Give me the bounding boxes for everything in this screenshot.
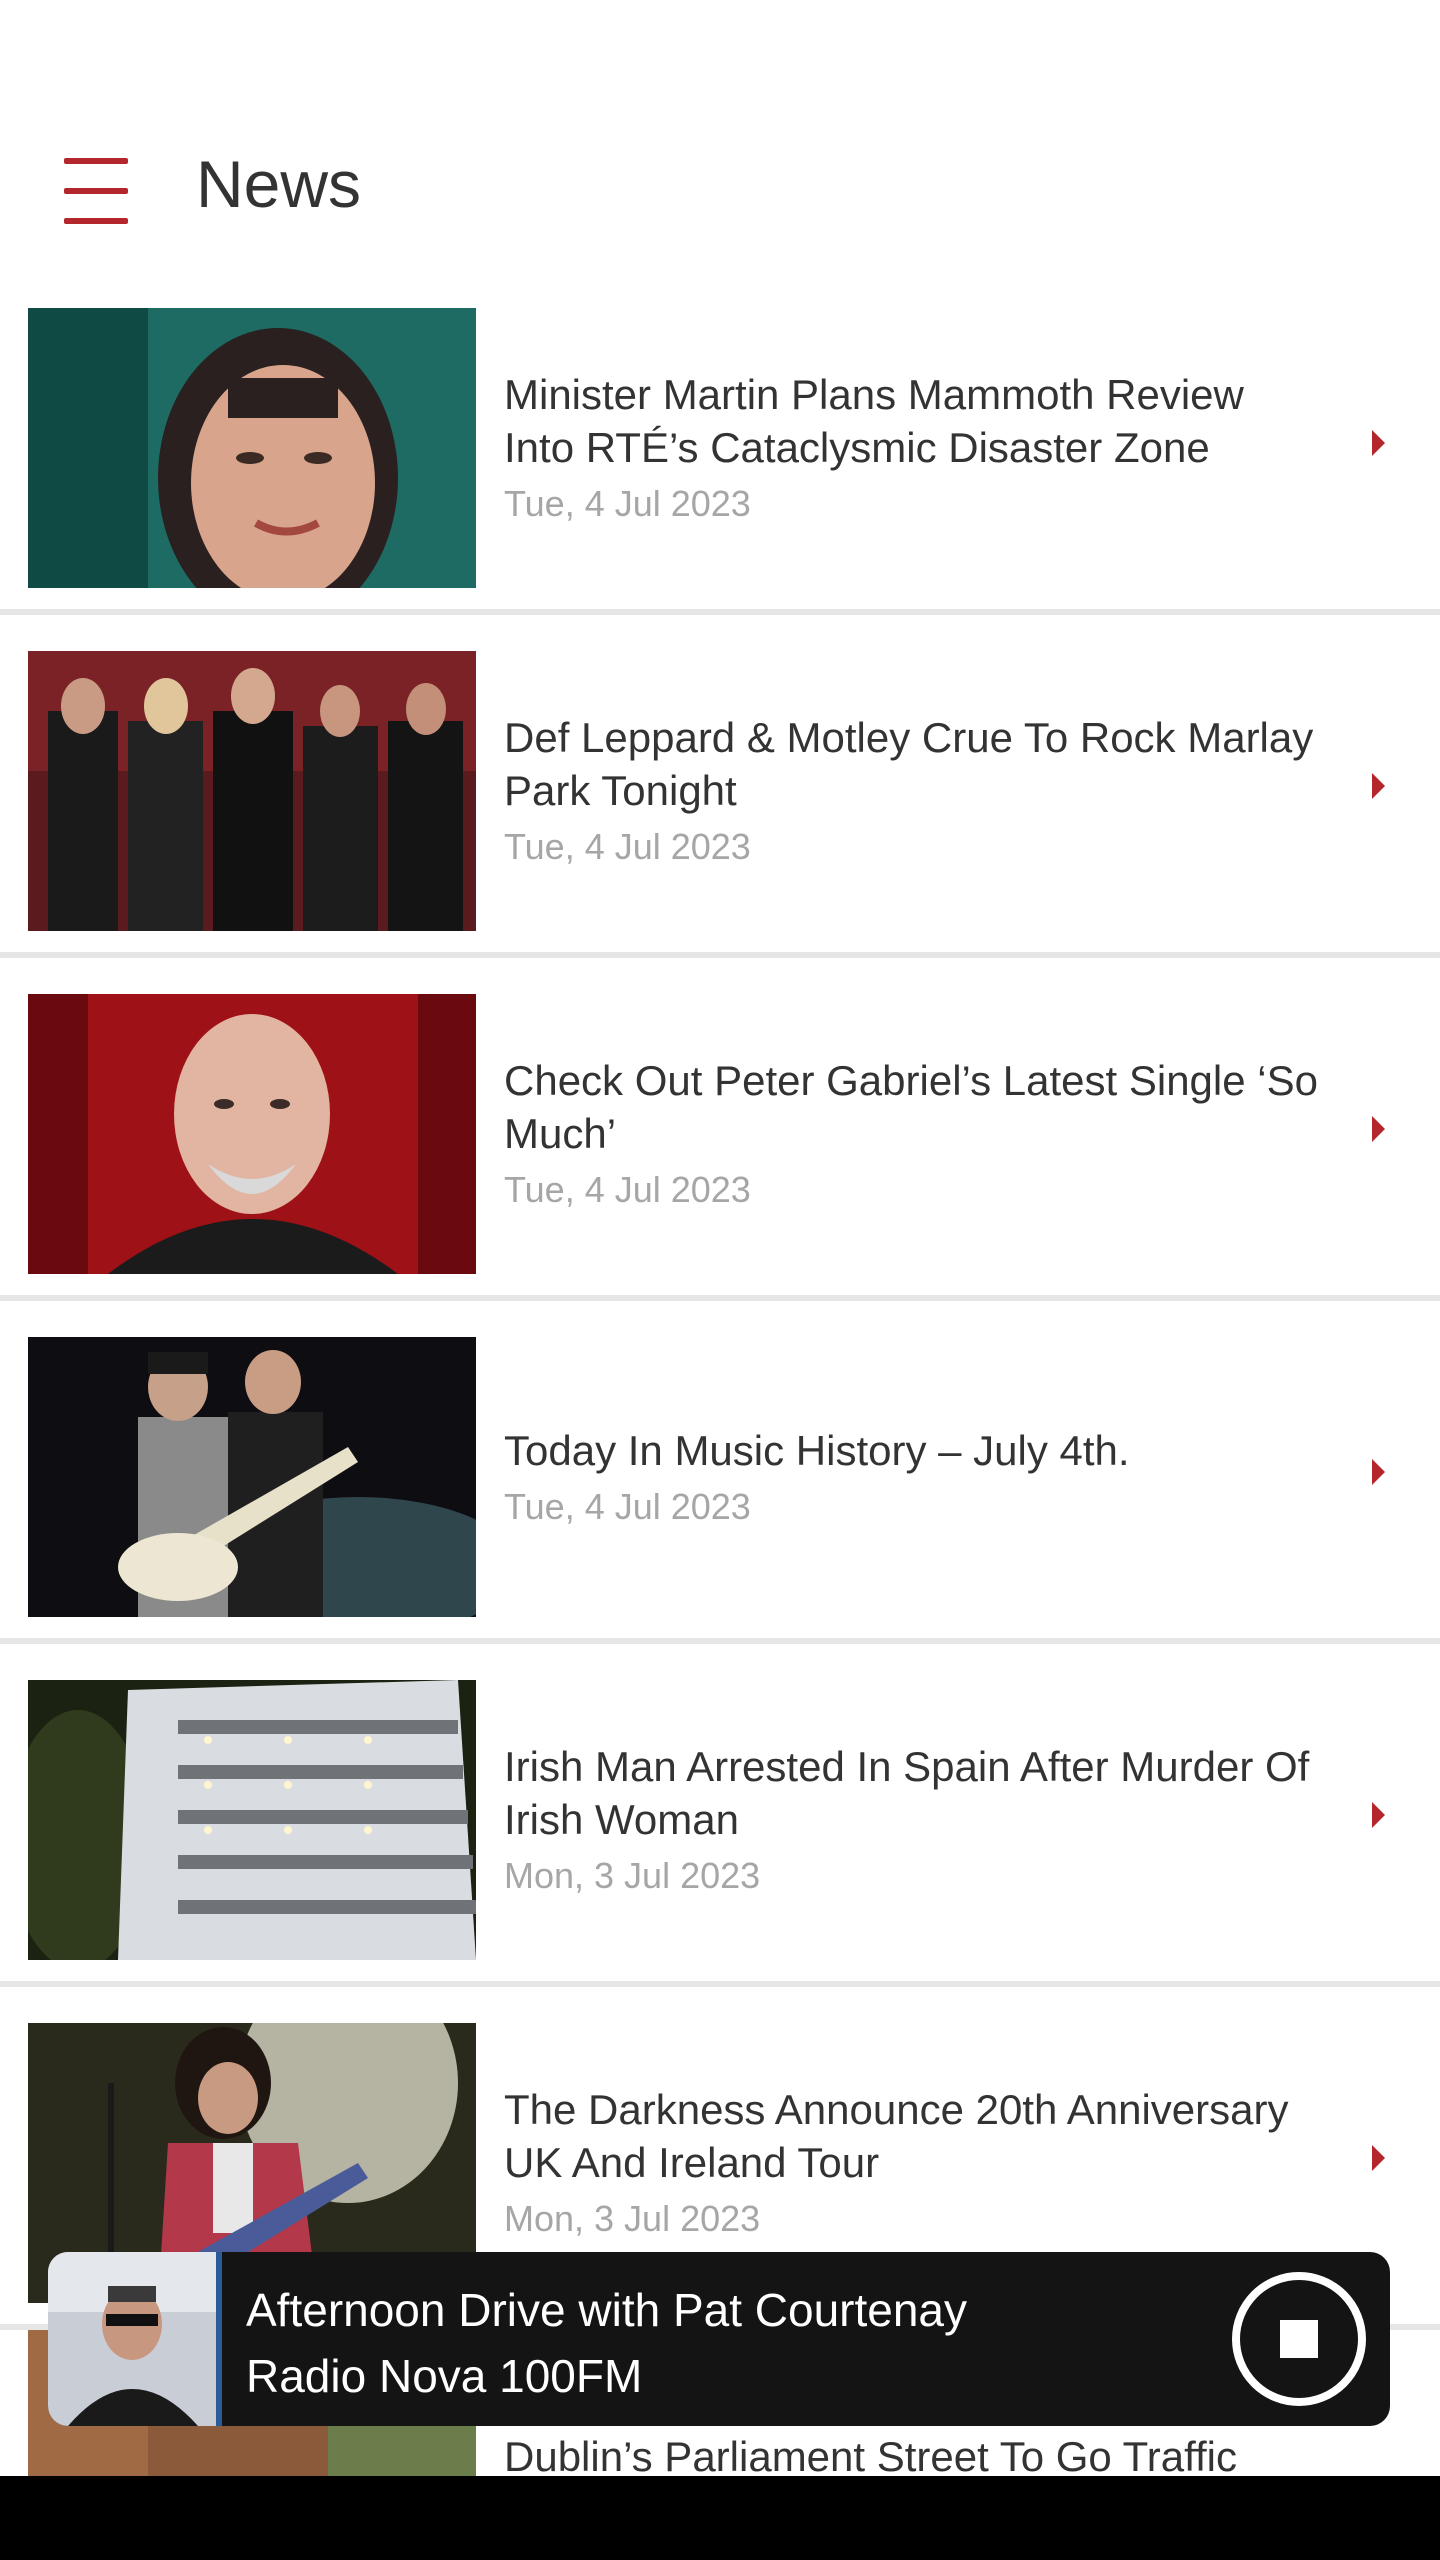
news-thumbnail <box>28 1680 476 1960</box>
chevron-right-icon <box>1372 772 1385 799</box>
news-item[interactable]: Today In Music History – July 4th. Tue, … <box>0 1301 1440 1644</box>
chevron-right-icon <box>1372 429 1385 456</box>
concert-guitarists-image <box>28 1337 476 1617</box>
news-headline: Irish Man Arrested In Spain After Murder… <box>504 1743 1310 1843</box>
news-thumbnail <box>28 651 476 931</box>
news-item[interactable]: Minister Martin Plans Mammoth Review Int… <box>0 272 1440 615</box>
news-thumbnail <box>28 994 476 1274</box>
man-portrait-image <box>28 994 476 1274</box>
news-headline: Today In Music History – July 4th. <box>504 1426 1130 1474</box>
news-thumbnail <box>28 308 476 588</box>
news-date: Mon, 3 Jul 2023 <box>504 1855 761 1896</box>
system-navigation-bar <box>0 2476 1440 2560</box>
news-text: Today In Music History – July 4th. Tue, … <box>504 1337 1324 1617</box>
player-show-title: Afternoon Drive with Pat Courtenay <box>246 2284 968 2336</box>
chevron-right-icon <box>1372 1458 1385 1485</box>
news-date: Tue, 4 Jul 2023 <box>504 826 751 867</box>
news-thumbnail <box>28 1337 476 1617</box>
app-bar: News <box>0 96 1440 272</box>
news-text: Minister Martin Plans Mammoth Review Int… <box>504 308 1324 588</box>
news-headline: The Darkness Announce 20th Anniversary U… <box>504 2086 1289 2186</box>
chevron-right-icon <box>1372 1801 1385 1828</box>
menu-line <box>64 158 128 164</box>
presenter-artwork <box>48 2252 216 2426</box>
menu-line <box>64 218 128 224</box>
news-item[interactable]: Def Leppard & Motley Crue To Rock Marlay… <box>0 615 1440 958</box>
news-headline: Minister Martin Plans Mammoth Review Int… <box>504 371 1244 471</box>
presenter-photo-image <box>48 2252 216 2426</box>
news-date: Tue, 4 Jul 2023 <box>504 1485 751 1527</box>
apartment-building-image <box>28 1680 476 1960</box>
news-list: Minister Martin Plans Mammoth Review Int… <box>0 272 1440 2330</box>
chevron-right-icon <box>1372 1115 1385 1142</box>
now-playing-bar[interactable]: Afternoon Drive with Pat Courtenay Radio… <box>48 2252 1390 2426</box>
news-item[interactable]: Check Out Peter Gabriel’s Latest Single … <box>0 958 1440 1301</box>
news-date: Tue, 4 Jul 2023 <box>504 1169 751 1210</box>
woman-portrait-image <box>28 308 476 588</box>
news-text: Check Out Peter Gabriel’s Latest Single … <box>504 994 1324 1274</box>
hamburger-menu-icon[interactable] <box>52 146 142 236</box>
news-date: Mon, 3 Jul 2023 <box>504 2198 761 2239</box>
news-date: Tue, 4 Jul 2023 <box>504 483 751 524</box>
news-item[interactable]: Irish Man Arrested In Spain After Murder… <box>0 1644 1440 1987</box>
menu-line <box>64 188 128 194</box>
news-text: Def Leppard & Motley Crue To Rock Marlay… <box>504 651 1324 931</box>
status-bar <box>0 0 1440 96</box>
artwork-divider <box>216 2252 222 2426</box>
band-group-photo-image <box>28 651 476 931</box>
page-title: News <box>196 147 362 221</box>
news-headline: Dublin’s Parliament Street To Go Traffic <box>504 2433 1238 2476</box>
stop-icon <box>1280 2320 1318 2358</box>
news-text: Irish Man Arrested In Spain After Murder… <box>504 1680 1324 1960</box>
stop-button[interactable] <box>1232 2272 1366 2406</box>
player-station-name: Radio Nova 100FM <box>246 2350 643 2402</box>
news-headline: Check Out Peter Gabriel’s Latest Single … <box>504 1057 1318 1157</box>
news-headline: Def Leppard & Motley Crue To Rock Marlay… <box>504 714 1314 814</box>
chevron-right-icon <box>1372 2144 1385 2171</box>
